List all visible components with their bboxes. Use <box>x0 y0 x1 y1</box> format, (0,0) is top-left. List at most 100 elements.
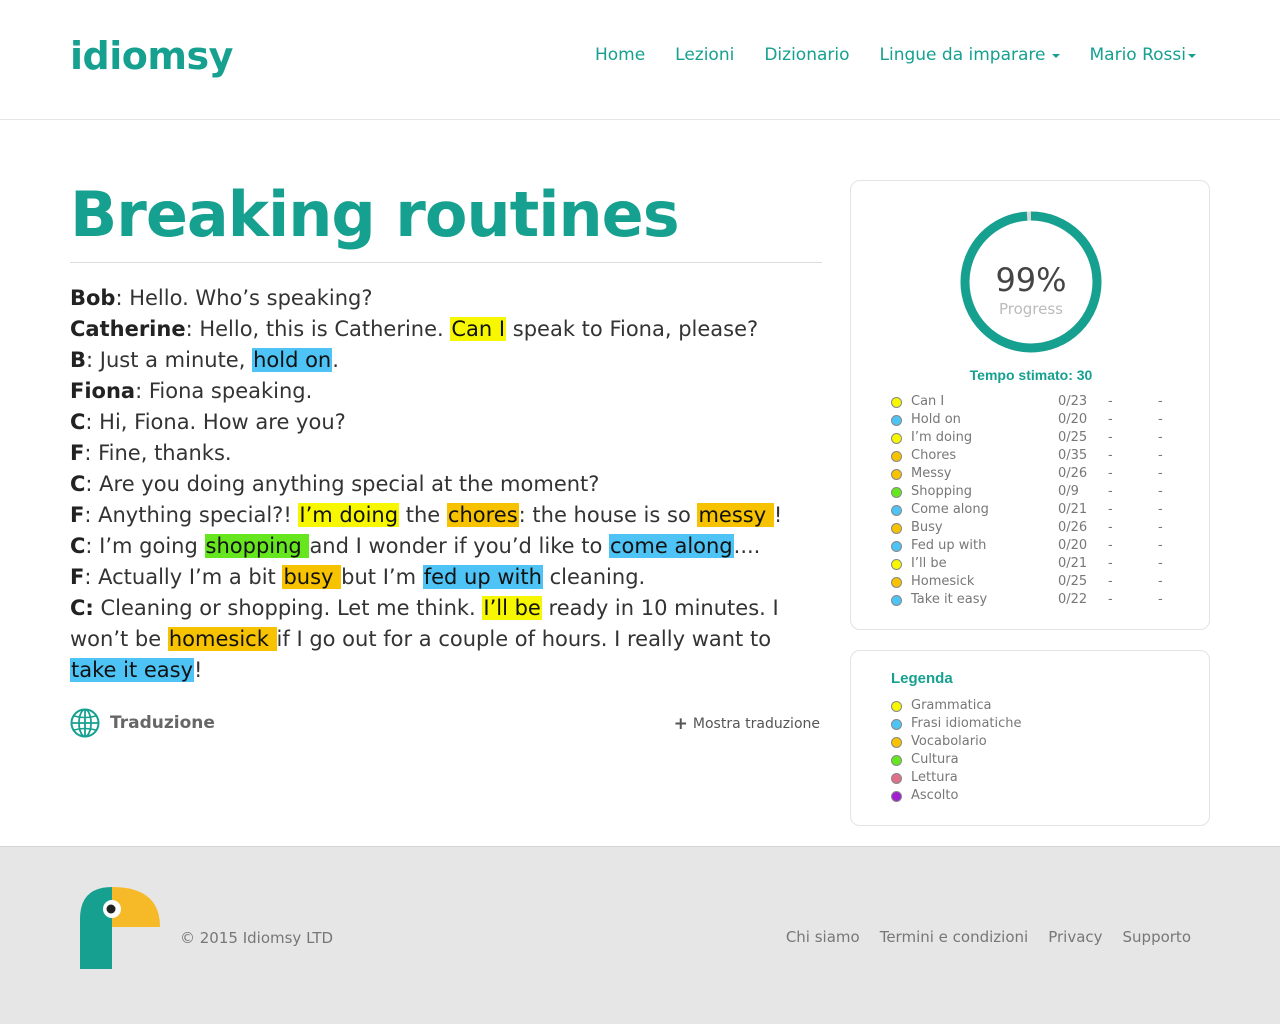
legend-label: Cultura <box>911 752 959 767</box>
phrase-stat-1: - <box>1108 538 1113 553</box>
dialogue-text: but I’m <box>341 565 423 589</box>
dialogue-line: Bob: Hello. Who’s speaking? <box>70 283 822 314</box>
phrase-progress-item: Busy 0/26 - - <box>891 519 1191 537</box>
nav-home[interactable]: Home <box>595 45 645 65</box>
phrase-progress-item: Take it easy 0/22 - - <box>891 591 1191 609</box>
dialogue-text: the <box>399 503 447 527</box>
phrase-stat-1: - <box>1108 502 1113 517</box>
phrase-name: Messy <box>911 466 952 481</box>
category-dot-icon <box>891 505 902 516</box>
site-header: idiomsy Home Lezioni Dizionario Lingue d… <box>0 0 1280 120</box>
phrase-score: 0/25 <box>1058 430 1088 445</box>
phrase-progress-item: I’ll be 0/21 - - <box>891 555 1191 573</box>
highlighted-phrase[interactable]: I’m doing <box>298 503 400 527</box>
phrase-progress-item: Messy 0/26 - - <box>891 465 1191 483</box>
phrase-name: Can I <box>911 394 945 409</box>
phrase-stat-1: - <box>1108 592 1113 607</box>
highlighted-phrase[interactable]: shopping <box>204 534 310 558</box>
dialogue-text: . <box>332 348 339 372</box>
legend-list: Grammatica Frasi idiomatiche Vocabolario Cu… <box>891 697 1091 805</box>
legend-label: Vocabolario <box>911 734 987 749</box>
phrase-name: I’ll be <box>911 556 947 571</box>
site-footer: © 2015 Idiomsy LTD Chi siamo Termini e c… <box>0 846 1280 1024</box>
category-dot-icon <box>891 523 902 534</box>
dialogue-text: : Actually I’m a bit <box>84 565 283 589</box>
translation-bar: Traduzione + Mostra traduzione <box>70 708 822 740</box>
highlighted-phrase[interactable]: I’ll be <box>482 596 542 620</box>
footer-link-supporto[interactable]: Supporto <box>1123 928 1191 946</box>
legend-item: Cultura <box>891 751 1091 769</box>
dialogue-text: cleaning. <box>542 565 646 589</box>
phrase-stat-2: - <box>1158 574 1163 589</box>
progress-label: Progress <box>998 300 1063 318</box>
legend-item: Grammatica <box>891 697 1091 715</box>
nav-lezioni-label: Lezioni <box>675 45 735 65</box>
phrase-progress-item: Fed up with 0/20 - - <box>891 537 1191 555</box>
globe-icon <box>70 708 100 738</box>
highlighted-phrase[interactable]: busy <box>282 565 342 589</box>
category-dot-icon <box>891 577 902 588</box>
parrot-logo-icon <box>80 887 160 969</box>
phrase-stat-1: - <box>1108 430 1113 445</box>
dialogue-line: F: Actually I’m a bit busy but I’m fed u… <box>70 562 822 593</box>
progress-ring: 99% Progress <box>958 209 1104 355</box>
category-dot-icon <box>891 451 902 462</box>
footer-link-termini[interactable]: Termini e condizioni <box>880 928 1028 946</box>
dialogue-text: and I wonder if you’d like to <box>309 534 609 558</box>
phrase-stat-1: - <box>1108 556 1113 571</box>
legend-panel: Legenda Grammatica Frasi idiomatiche Vocab… <box>850 650 1210 826</box>
highlighted-phrase[interactable]: Can I <box>450 317 507 341</box>
lesson-title: Breaking routines <box>70 180 822 263</box>
phrase-name: Shopping <box>911 484 973 499</box>
phrase-name: Homesick <box>911 574 975 589</box>
nav-lezioni[interactable]: Lezioni <box>675 45 734 65</box>
speaker-name: Fiona <box>70 379 136 403</box>
phrase-progress-item: Can I 0/23 - - <box>891 393 1191 411</box>
speaker-name: C <box>70 472 86 496</box>
legend-dot-icon <box>891 719 902 730</box>
nav-user-dropdown[interactable]: Mario Rossi <box>1089 45 1196 65</box>
nav-dizionario[interactable]: Dizionario <box>764 45 849 65</box>
legend-label: Frasi idiomatiche <box>911 716 1022 731</box>
nav-lingue-label: Lingue da imparare <box>879 45 1046 65</box>
phrase-name: I’m doing <box>911 430 973 445</box>
category-dot-icon <box>891 397 902 408</box>
legend-label: Ascolto <box>911 788 959 803</box>
phrase-progress-item: Chores 0/35 - - <box>891 447 1191 465</box>
speaker-name: B <box>70 348 87 372</box>
speaker-name: C <box>70 410 86 434</box>
highlighted-phrase[interactable]: homesick <box>167 627 277 651</box>
phrase-score: 0/25 <box>1058 574 1088 589</box>
phrase-stat-2: - <box>1158 538 1163 553</box>
dialogue-text: Cleaning or shopping. Let me think. <box>93 596 483 620</box>
legend-label: Grammatica <box>911 698 992 713</box>
highlighted-phrase[interactable]: chores <box>446 503 519 527</box>
main-nav: Home Lezioni Dizionario Lingue da impara… <box>595 45 1196 65</box>
phrase-score: 0/22 <box>1058 592 1088 607</box>
dialogue-text: : Fiona speaking. <box>135 379 313 403</box>
phrase-score: 0/20 <box>1058 412 1088 427</box>
phrase-score: 0/26 <box>1058 520 1088 535</box>
show-translation-button[interactable]: + Mostra traduzione <box>674 714 820 734</box>
phrase-stat-2: - <box>1158 592 1163 607</box>
highlighted-phrase[interactable]: fed up with <box>422 565 543 589</box>
dialogue-text: : the house is so <box>518 503 698 527</box>
highlighted-phrase[interactable]: take it easy <box>70 658 195 682</box>
highlighted-phrase[interactable]: messy <box>697 503 774 527</box>
footer-link-chi-siamo[interactable]: Chi siamo <box>786 928 860 946</box>
phrase-score: 0/9 <box>1058 484 1079 499</box>
phrase-progress-item: Homesick 0/25 - - <box>891 573 1191 591</box>
dialogue-line: B: Just a minute, hold on. <box>70 345 822 376</box>
logo[interactable]: idiomsy <box>70 34 233 78</box>
nav-lingue-dropdown[interactable]: Lingue da imparare <box>880 45 1060 65</box>
highlighted-phrase[interactable]: hold on <box>252 348 333 372</box>
dialogue-text: : I’m going <box>85 534 205 558</box>
category-dot-icon <box>891 541 902 552</box>
phrase-score: 0/26 <box>1058 466 1088 481</box>
highlighted-phrase[interactable]: come along <box>609 534 734 558</box>
legend-item: Frasi idiomatiche <box>891 715 1091 733</box>
phrase-progress-item: I’m doing 0/25 - - <box>891 429 1191 447</box>
footer-link-privacy[interactable]: Privacy <box>1048 928 1102 946</box>
nav-user-label: Mario Rossi <box>1089 45 1187 65</box>
phrase-stat-2: - <box>1158 502 1163 517</box>
